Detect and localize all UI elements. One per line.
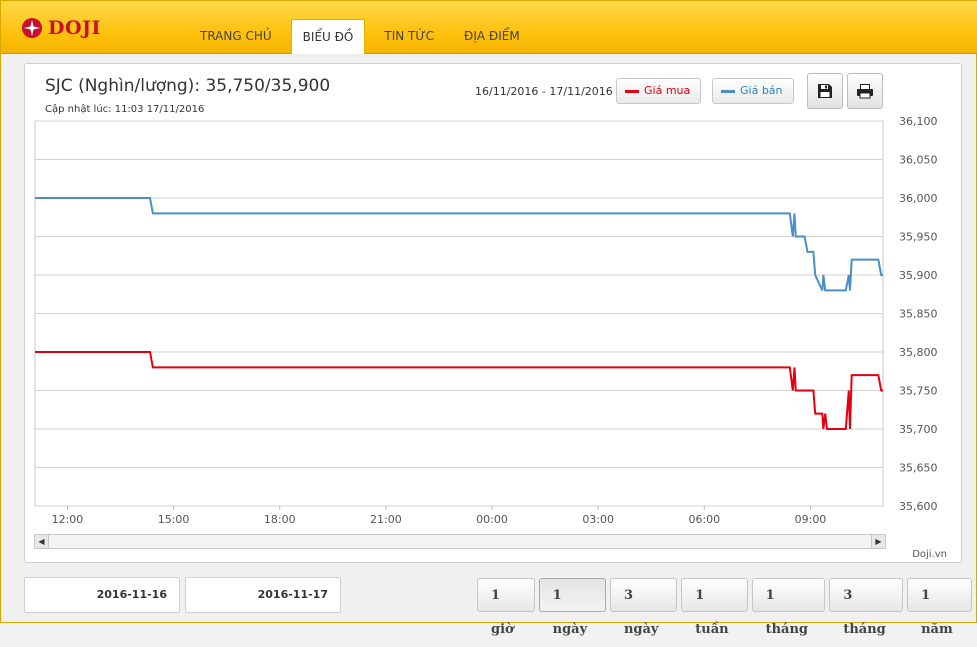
scroll-right-button[interactable]: ▶ xyxy=(871,535,885,548)
chart-scrollbar[interactable]: ◀ ▶ xyxy=(34,534,886,549)
x-tick-label: 03:00 xyxy=(582,513,614,526)
top-bar: DOJI TRANG CHỦ BIỂU ĐỒ TIN TỨC ĐỊA ĐIỂM xyxy=(1,1,977,54)
y-tick-label: 35,750 xyxy=(899,385,938,398)
chart-credit: Doji.vn xyxy=(912,549,947,560)
range-button-3[interactable]: 1 tuần xyxy=(681,578,748,637)
nav-item-3[interactable]: ĐỊA ĐIỂM xyxy=(453,19,531,53)
range-button-2[interactable]: 3 ngày xyxy=(609,578,678,637)
nav-item-0[interactable]: TRANG CHỦ xyxy=(189,19,283,53)
y-tick-label: 35,700 xyxy=(899,423,938,436)
y-tick-label: 35,900 xyxy=(899,269,938,282)
y-tick-label: 35,850 xyxy=(899,308,938,321)
range-button-4[interactable]: 1 tháng xyxy=(751,578,826,637)
x-tick-label: 15:00 xyxy=(158,513,190,526)
range-selector: 1 giờ 1 ngày 3 ngày 1 tuần 1 tháng 3 tháng 1 n… xyxy=(477,578,976,637)
x-tick-label: 00:00 xyxy=(476,513,508,526)
y-tick-label: 35,600 xyxy=(899,500,938,513)
price-chart[interactable]: 36,100 36,050 36,000 35,950 35,900 35,850 35,8… xyxy=(25,64,961,534)
doji-logo-icon xyxy=(22,18,42,38)
range-button-6[interactable]: 1 năm xyxy=(907,578,972,637)
x-tick-label: 21:00 xyxy=(370,513,402,526)
y-tick-label: 35,650 xyxy=(899,462,938,475)
date-from-field[interactable]: 2016-11-16 xyxy=(24,577,180,613)
x-tick-label: 09:00 xyxy=(795,513,827,526)
x-tick-label: 18:00 xyxy=(264,513,296,526)
scroll-left-button[interactable]: ◀ xyxy=(35,535,49,548)
brand-logo[interactable]: DOJI xyxy=(21,15,101,41)
range-button-5[interactable]: 3 tháng xyxy=(829,578,904,637)
y-tick-label: 36,050 xyxy=(899,154,938,167)
y-tick-label: 36,100 xyxy=(899,115,938,128)
y-tick-label: 35,950 xyxy=(899,231,938,244)
range-button-0[interactable]: 1 giờ xyxy=(477,578,535,637)
chart-panel: SJC (Nghìn/lượng): 35,750/35,900 Cập nhậ… xyxy=(24,63,962,563)
y-tick-label: 35,800 xyxy=(899,346,938,359)
y-tick-label: 36,000 xyxy=(899,192,938,205)
nav-item-1[interactable]: BIỂU ĐỒ xyxy=(290,19,366,54)
x-tick-label: 06:00 xyxy=(688,513,720,526)
app-window: DOJI TRANG CHỦ BIỂU ĐỒ TIN TỨC ĐỊA ĐIỂM SJC… xyxy=(0,0,977,637)
x-tick-label: 12:00 xyxy=(52,513,84,526)
main-nav: TRANG CHỦ BIỂU ĐỒ TIN TỨC ĐỊA ĐIỂM xyxy=(189,19,539,54)
nav-item-2[interactable]: TIN TỨC xyxy=(373,19,445,53)
range-button-1[interactable]: 1 ngày xyxy=(538,578,606,637)
brand-name: DOJI xyxy=(48,17,101,39)
date-to-field[interactable]: 2016-11-17 xyxy=(185,577,341,613)
